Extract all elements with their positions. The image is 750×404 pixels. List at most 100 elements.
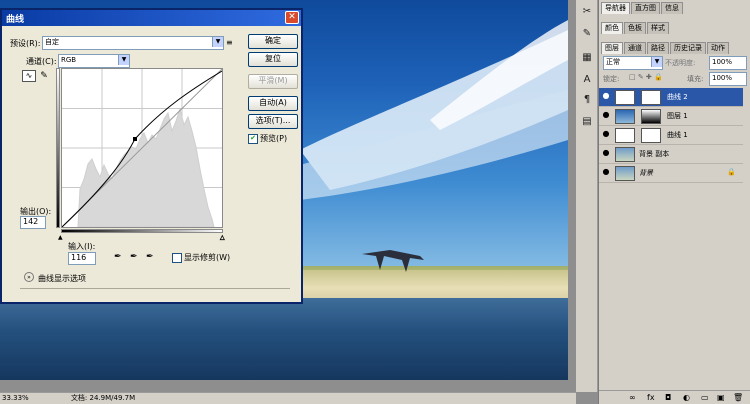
layer-row[interactable]: ● 图层 1 bbox=[599, 107, 743, 126]
layer-name: 曲线 1 bbox=[667, 131, 688, 139]
layer-mask-thumbnail bbox=[641, 128, 661, 143]
chevron-down-icon: ▼ bbox=[651, 57, 662, 67]
black-point-slider[interactable]: ▲ bbox=[58, 234, 63, 241]
fill-input[interactable]: 100% bbox=[709, 72, 747, 86]
output-value: 142 bbox=[23, 217, 39, 226]
white-point-slider[interactable]: △ bbox=[220, 234, 225, 242]
chevron-down-icon[interactable]: » bbox=[24, 272, 34, 282]
zoom-level[interactable]: 33.33% bbox=[2, 394, 29, 402]
eye-icon[interactable]: ● bbox=[601, 129, 611, 139]
fx-icon[interactable]: fx bbox=[647, 393, 655, 402]
input-field[interactable]: 116 bbox=[68, 252, 96, 265]
tab-info[interactable]: 信息 bbox=[661, 2, 683, 14]
curve-point bbox=[133, 137, 137, 141]
tools-icon[interactable]: ✂ bbox=[579, 4, 595, 20]
ok-button[interactable]: 确定 bbox=[248, 34, 298, 49]
output-field[interactable]: 142 bbox=[20, 216, 46, 229]
trash-icon[interactable]: 🗑 bbox=[733, 393, 743, 402]
reset-button[interactable]: 复位 bbox=[248, 52, 298, 67]
adjustment-layer-icon[interactable]: ◐ bbox=[683, 393, 690, 402]
white-eyedropper-icon[interactable]: ✒ bbox=[146, 252, 154, 262]
histogram bbox=[77, 107, 215, 228]
layer-thumbnail bbox=[615, 166, 635, 181]
tab-actions[interactable]: 动作 bbox=[707, 42, 729, 54]
color-tabs: 颜色 色板 样式 bbox=[601, 22, 669, 34]
preview-label: 预览(P) bbox=[260, 134, 288, 143]
panel-icon-strip: ✂ ✎ ▦ A ¶ ▤ bbox=[576, 0, 598, 392]
tab-swatches[interactable]: 色板 bbox=[624, 22, 646, 34]
dialog-titlebar[interactable]: 曲线 ✕ bbox=[2, 10, 301, 26]
new-layer-icon[interactable]: ▣ bbox=[717, 393, 725, 402]
layer-thumbnail bbox=[615, 147, 635, 162]
layer-row[interactable]: ● 背景 副本 bbox=[599, 145, 743, 164]
channel-select[interactable]: RGB ▼ bbox=[58, 54, 130, 68]
preset-select[interactable]: 自定 ▼ bbox=[42, 36, 224, 50]
layer-row[interactable]: ● 背景 🔒 bbox=[599, 164, 743, 183]
tab-paths[interactable]: 路径 bbox=[647, 42, 669, 54]
layer-row[interactable]: ● 曲线 2 bbox=[599, 88, 743, 107]
lock-icon: 🔒 bbox=[727, 168, 736, 176]
fill-value: 100% bbox=[712, 74, 733, 82]
auto-button[interactable]: 自动(A) bbox=[248, 96, 298, 111]
layer-name: 图层 1 bbox=[667, 112, 688, 120]
tab-layers[interactable]: 图层 bbox=[601, 42, 623, 54]
layers-tabs: 图层 通道 路径 历史记录 动作 bbox=[601, 42, 729, 54]
blend-mode-select[interactable]: 正常 ▼ bbox=[603, 56, 663, 70]
curve-graph[interactable] bbox=[61, 68, 223, 228]
preset-value: 自定 bbox=[45, 38, 59, 46]
lock-icons[interactable]: □ ✎ ✚ 🔒 bbox=[629, 73, 663, 81]
new-group-icon[interactable]: ▭ bbox=[701, 393, 709, 402]
gray-eyedropper-icon[interactable]: ✒ bbox=[130, 252, 138, 262]
preset-options-icon[interactable]: ≡ bbox=[226, 38, 233, 47]
sea-area bbox=[0, 298, 568, 380]
chevron-down-icon: ▼ bbox=[118, 55, 129, 65]
status-bar: 33.33% 文档: 24.9M/49.7M bbox=[0, 392, 576, 404]
driftwood-silhouette bbox=[362, 250, 424, 272]
tab-color[interactable]: 颜色 bbox=[601, 22, 623, 34]
close-icon[interactable]: ✕ bbox=[285, 11, 299, 24]
tab-styles[interactable]: 样式 bbox=[647, 22, 669, 34]
layer-name: 曲线 2 bbox=[667, 93, 688, 101]
layer-mask-thumbnail bbox=[641, 90, 661, 105]
text-icon[interactable]: A bbox=[579, 72, 595, 88]
black-eyedropper-icon[interactable]: ✒ bbox=[114, 252, 122, 262]
lock-label: 锁定: bbox=[603, 75, 620, 83]
tab-navigator[interactable]: 导航器 bbox=[601, 2, 630, 14]
opacity-input[interactable]: 100% bbox=[709, 56, 747, 70]
fill-label: 填充: bbox=[687, 75, 704, 83]
curve-graph-svg bbox=[61, 68, 223, 228]
eye-icon[interactable]: ● bbox=[601, 148, 611, 158]
input-value: 116 bbox=[71, 253, 87, 262]
curve-edit-icon[interactable]: ∿ bbox=[22, 70, 36, 82]
chevron-down-icon: ▼ bbox=[212, 37, 223, 47]
show-clipping-checkbox[interactable] bbox=[172, 253, 182, 263]
tab-histogram[interactable]: 直方图 bbox=[631, 2, 660, 14]
navigator-tabs: 导航器 直方图 信息 bbox=[601, 2, 683, 14]
tab-channels[interactable]: 通道 bbox=[624, 42, 646, 54]
add-mask-icon[interactable]: ◘ bbox=[665, 393, 671, 402]
layers-footer: ∞ fx ◘ ◐ ▭ ▣ 🗑 bbox=[599, 390, 750, 404]
pencil-icon[interactable]: ✎ bbox=[38, 70, 50, 82]
layer-mask-thumbnail bbox=[641, 109, 661, 124]
curve-display-options-label[interactable]: 曲线显示选项 bbox=[38, 273, 86, 284]
eye-icon[interactable]: ● bbox=[601, 91, 611, 101]
options-button[interactable]: 选项(T)... bbox=[248, 114, 298, 129]
brush-icon[interactable]: ✎ bbox=[579, 26, 595, 42]
input-label: 输入(I): bbox=[68, 242, 96, 251]
smooth-button[interactable]: 平滑(M) bbox=[248, 74, 298, 89]
preview-checkbox[interactable]: ✔ bbox=[248, 134, 258, 144]
curves-dialog: 曲线 ✕ 预设(R): 自定 ▼ ≡ 通道(C): RGB ▼ ∿ ✎ ▲ △ … bbox=[0, 8, 303, 304]
show-clipping-label: 显示修剪(W) bbox=[184, 253, 231, 262]
layer-row[interactable]: ● 曲线 1 bbox=[599, 126, 743, 145]
eye-icon[interactable]: ● bbox=[601, 110, 611, 120]
channel-label: 通道(C): bbox=[26, 57, 57, 66]
layer-thumbnail bbox=[615, 109, 635, 124]
info-icon[interactable]: ▤ bbox=[579, 114, 595, 130]
paragraph-icon[interactable]: ¶ bbox=[579, 92, 595, 108]
right-panels: 导航器 直方图 信息 颜色 色板 样式 图层 通道 路径 历史记录 动作 正常 … bbox=[598, 0, 750, 404]
tab-history[interactable]: 历史记录 bbox=[670, 42, 706, 54]
eye-icon[interactable]: ● bbox=[601, 167, 611, 177]
input-gradient bbox=[61, 229, 223, 233]
layers-icon[interactable]: ▦ bbox=[579, 50, 595, 66]
link-layers-icon[interactable]: ∞ bbox=[629, 393, 636, 402]
